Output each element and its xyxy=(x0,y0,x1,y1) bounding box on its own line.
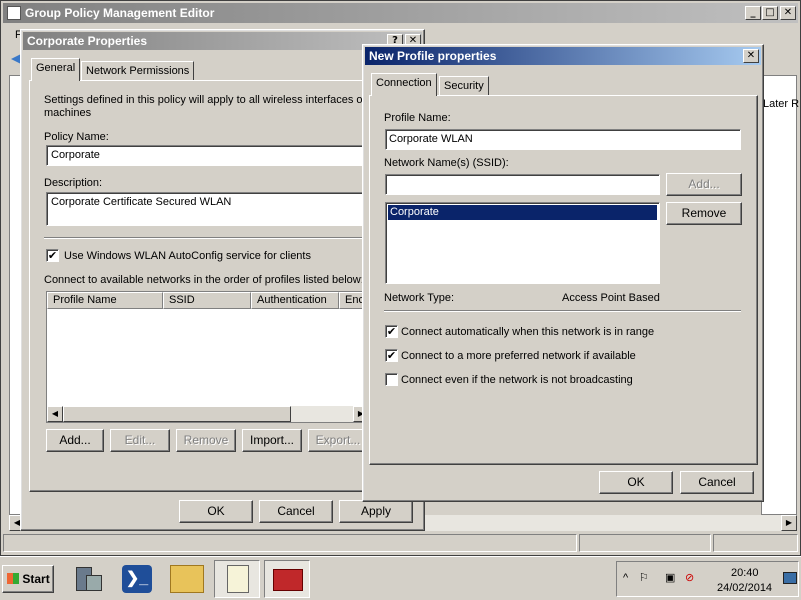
corporate-ok-button[interactable]: OK xyxy=(179,500,253,523)
windows-logo-icon xyxy=(7,573,19,584)
intro-text-line2: machines xyxy=(44,107,92,119)
tab-network-permissions[interactable]: Network Permissions xyxy=(81,61,195,81)
start-button[interactable]: Start xyxy=(2,565,54,593)
close-button[interactable]: ✕ xyxy=(780,6,796,20)
ssid-list[interactable]: Corporate xyxy=(385,202,660,284)
profile-name-field[interactable]: Corporate WLAN xyxy=(385,129,741,150)
policy-editor-icon-shape xyxy=(227,565,249,593)
description-value: Corporate Certificate Secured WLAN xyxy=(51,196,232,208)
profiles-list[interactable]: Profile Name SSID Authentication Enc ◀ ▶ xyxy=(46,291,368,423)
new-profile-title: New Profile properties xyxy=(369,49,497,63)
export-profile-button[interactable]: Export... xyxy=(308,429,368,452)
status-cell xyxy=(579,534,711,552)
app-icon xyxy=(7,6,21,20)
edit-profile-button[interactable]: Edit... xyxy=(110,429,170,452)
status-cell xyxy=(713,534,798,552)
taskbar: Start ❯_ ^ ⚐ ▣ ⊘ 20:40 24/02/2014 xyxy=(0,556,801,600)
list-scroll-left-button[interactable]: ◀ xyxy=(47,406,63,422)
main-window-titlebar[interactable]: Group Policy Management Editor xyxy=(3,3,798,23)
policy-name-value: Corporate xyxy=(51,149,100,161)
server-manager-icon[interactable] xyxy=(72,563,104,595)
intro-text-line1: Settings defined in this policy will app… xyxy=(44,94,366,106)
main-window-title: Group Policy Management Editor xyxy=(25,6,215,20)
clock-time[interactable]: 20:40 xyxy=(731,567,759,579)
new-profile-close-button[interactable]: ✕ xyxy=(743,49,759,63)
not-broadcasting-label: Connect even if the network is not broad… xyxy=(401,374,633,386)
remove-profile-button[interactable]: Remove xyxy=(176,429,236,452)
ssid-label: Network Name(s) (SSID): xyxy=(384,157,509,169)
status-cell xyxy=(3,534,577,552)
minimize-button[interactable]: _ xyxy=(745,6,761,20)
divider xyxy=(44,237,366,239)
policy-name-field[interactable]: Corporate xyxy=(46,145,366,166)
powershell-icon[interactable]: ❯_ xyxy=(122,565,152,593)
add-profile-button[interactable]: Add... xyxy=(46,429,104,452)
ssid-list-item-corporate[interactable]: Corporate xyxy=(388,205,657,220)
new-profile-ok-button[interactable]: OK xyxy=(599,471,673,494)
server-manager-icon-shape2 xyxy=(86,575,102,591)
connect-automatically-checkbox[interactable]: ✔ xyxy=(385,325,398,338)
volume-muted-icon[interactable]: ⊘ xyxy=(685,571,694,584)
status-bar xyxy=(3,534,798,552)
new-profile-dialog: New Profile properties ✕ Connection Secu… xyxy=(362,44,764,502)
profiles-list-scrollbar[interactable]: ◀ ▶ xyxy=(47,406,367,422)
column-profile-name[interactable]: Profile Name xyxy=(47,292,163,309)
connection-tab-panel: Profile Name: Corporate WLAN Network Nam… xyxy=(369,95,758,465)
clock-date[interactable]: 24/02/2014 xyxy=(717,582,772,594)
scroll-right-button[interactable]: ▶ xyxy=(781,515,797,531)
add-ssid-button[interactable]: Add... xyxy=(666,173,742,196)
toolbox-icon[interactable] xyxy=(264,560,310,598)
autoconfig-label: Use Windows WLAN AutoConfig service for … xyxy=(64,250,311,262)
tab-security[interactable]: Security xyxy=(439,76,489,96)
corporate-apply-button[interactable]: Apply xyxy=(339,500,413,523)
list-scroll-thumb[interactable] xyxy=(63,406,291,422)
network-icon[interactable]: ▣ xyxy=(665,571,675,584)
profile-name-label: Profile Name: xyxy=(384,112,451,124)
remove-ssid-button[interactable]: Remove xyxy=(666,202,742,225)
network-type-value: Access Point Based xyxy=(562,292,660,304)
preferred-network-label: Connect to a more preferred network if a… xyxy=(401,350,636,362)
connect-order-label: Connect to available networks in the ord… xyxy=(44,274,364,286)
corporate-dialog-title: Corporate Properties xyxy=(27,34,148,48)
policy-name-label: Policy Name: xyxy=(44,131,109,143)
new-profile-titlebar[interactable]: New Profile properties xyxy=(365,47,761,65)
chevron-up-icon[interactable]: ^ xyxy=(623,572,628,584)
flag-icon[interactable]: ⚐ xyxy=(639,571,649,584)
description-label: Description: xyxy=(44,177,103,189)
column-authentication[interactable]: Authentication xyxy=(251,292,339,309)
connect-automatically-label: Connect automatically when this network … xyxy=(401,326,655,338)
explorer-icon[interactable] xyxy=(170,565,204,593)
tab-general[interactable]: General xyxy=(31,58,81,81)
column-ssid[interactable]: SSID xyxy=(163,292,251,309)
tab-connection[interactable]: Connection xyxy=(371,73,437,96)
network-type-label: Network Type: xyxy=(384,292,455,304)
description-field[interactable]: Corporate Certificate Secured WLAN xyxy=(46,192,366,226)
divider xyxy=(384,310,741,312)
autoconfig-checkbox[interactable]: ✔ xyxy=(46,249,59,262)
system-tray: ^ ⚐ ▣ ⊘ 20:40 24/02/2014 xyxy=(616,561,799,597)
right-pane-text: Later R xyxy=(763,98,800,110)
right-pane xyxy=(761,75,797,515)
corporate-cancel-button[interactable]: Cancel xyxy=(259,500,333,523)
maximize-button[interactable]: □ xyxy=(762,6,778,20)
preferred-network-checkbox[interactable]: ✔ xyxy=(385,349,398,362)
ssid-input[interactable] xyxy=(385,174,660,195)
not-broadcasting-checkbox[interactable] xyxy=(385,373,398,386)
show-desktop-icon[interactable] xyxy=(783,572,797,584)
toolbox-icon-shape xyxy=(273,569,303,591)
start-label: Start xyxy=(22,572,50,586)
policy-editor-icon[interactable] xyxy=(214,560,260,598)
new-profile-cancel-button[interactable]: Cancel xyxy=(680,471,754,494)
profile-name-value: Corporate WLAN xyxy=(389,133,473,145)
import-profile-button[interactable]: Import... xyxy=(242,429,302,452)
